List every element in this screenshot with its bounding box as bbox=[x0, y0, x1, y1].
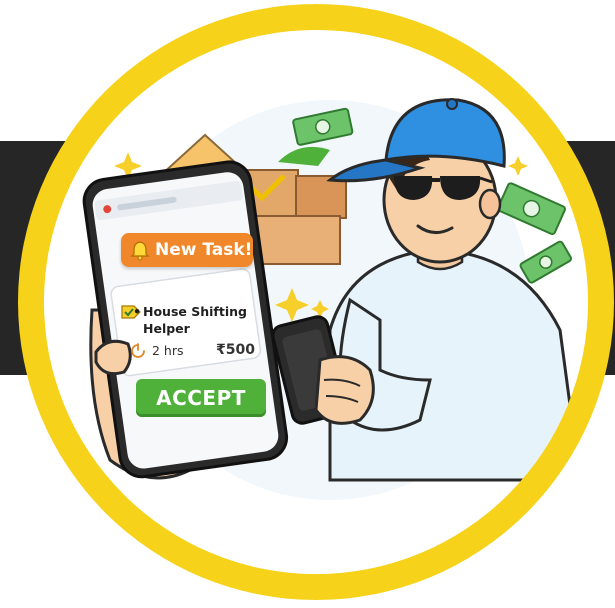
illustration-scene bbox=[44, 30, 588, 574]
illustration-disc bbox=[44, 30, 588, 574]
